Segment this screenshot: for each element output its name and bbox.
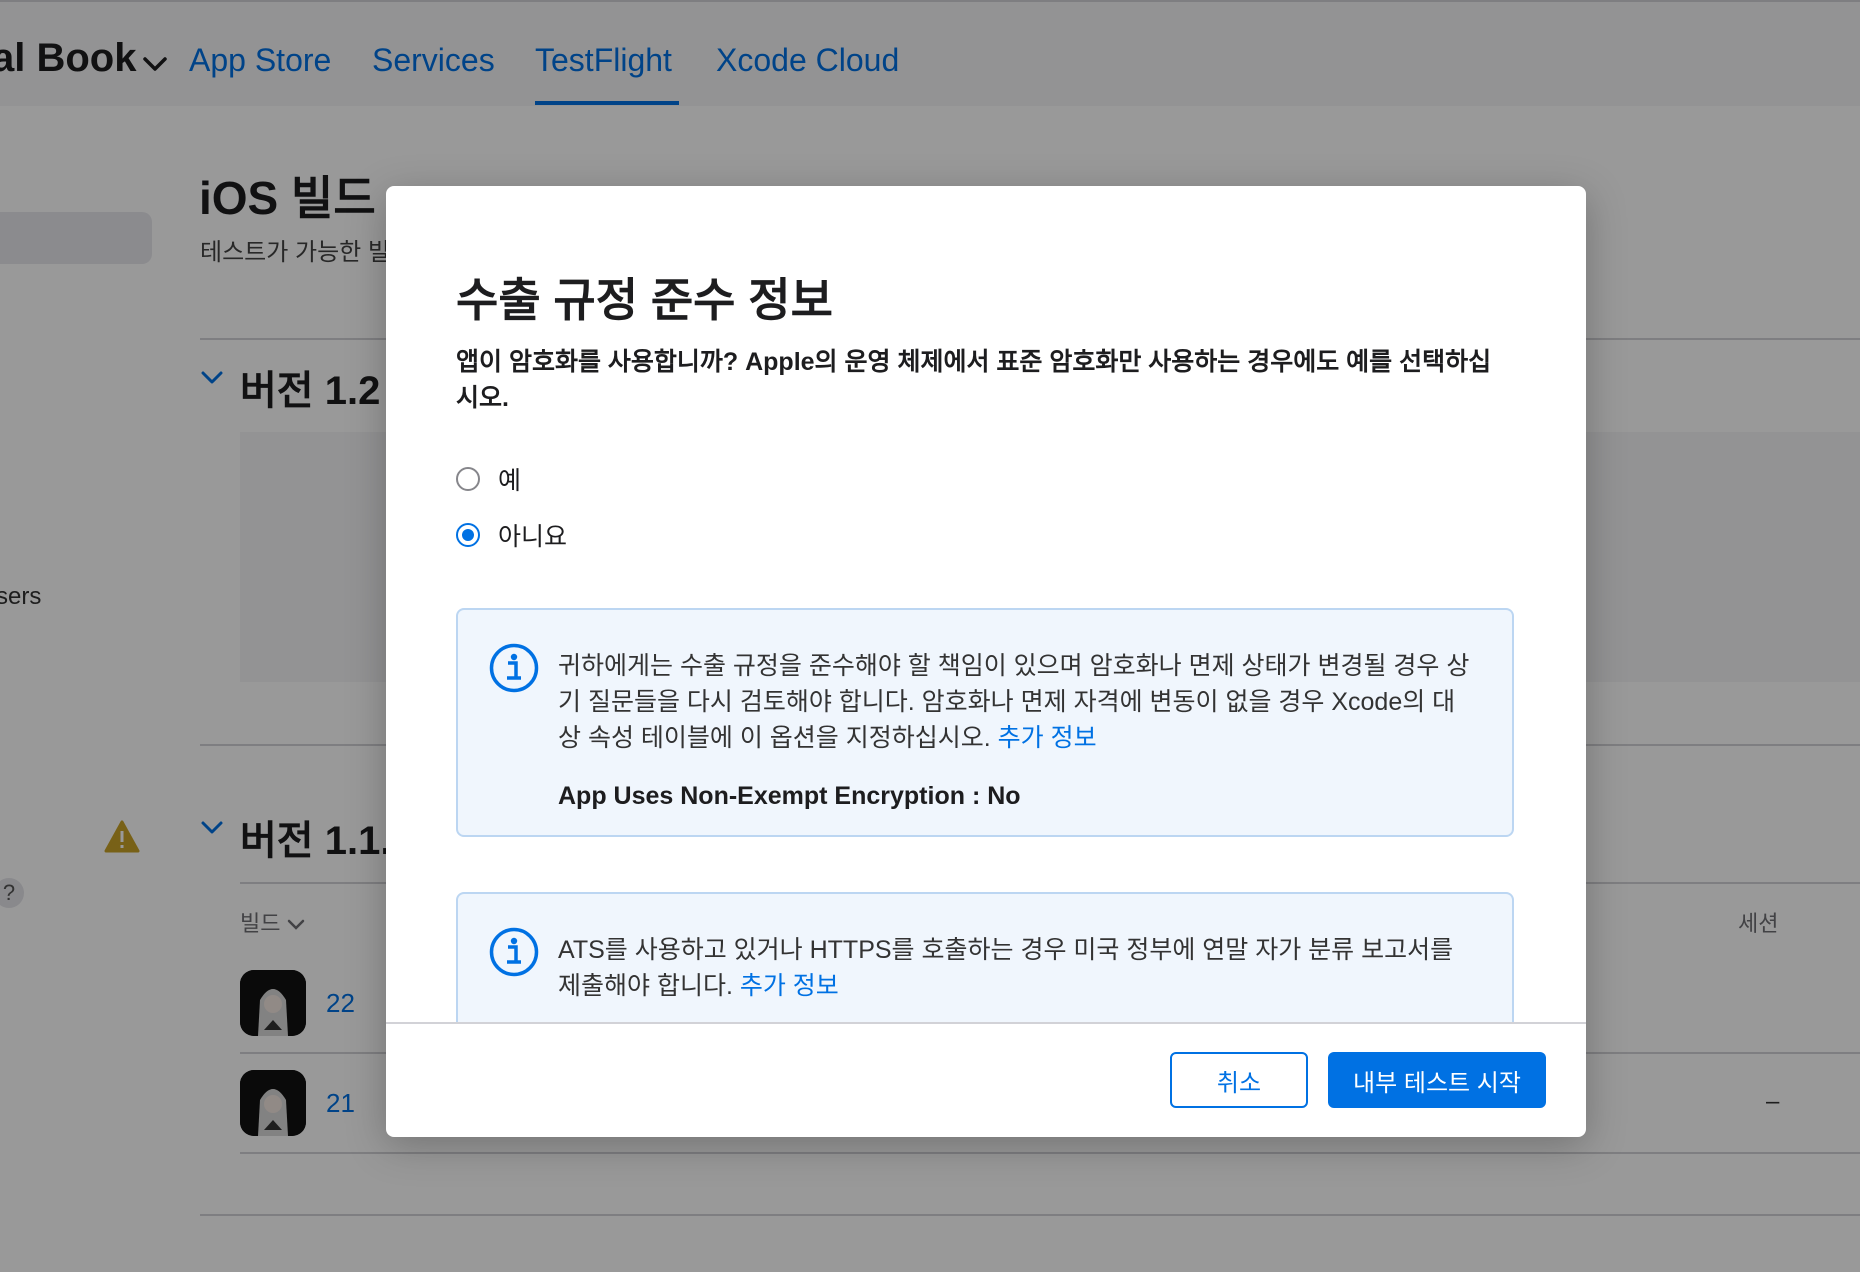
dialog-title: 수출 규정 준수 정보 — [456, 274, 833, 326]
cancel-button[interactable]: 취소 — [1170, 1052, 1308, 1108]
radio-option-yes[interactable]: 예 — [456, 464, 522, 495]
dialog-footer: 취소 내부 테스트 시작 — [386, 1022, 1586, 1137]
info-text: 귀하에게는 수출 규정을 준수해야 할 책임이 있으며 암호화나 면제 상태가 … — [558, 652, 1470, 752]
info-icon — [488, 926, 540, 983]
info-icon — [488, 642, 540, 699]
start-internal-testing-button[interactable]: 내부 테스트 시작 — [1328, 1052, 1546, 1108]
info-text: ATS를 사용하고 있거나 HTTPS를 호출하는 경우 미국 정부에 연말 자… — [558, 936, 1454, 1000]
more-info-link[interactable]: 추가 정보 — [998, 724, 1097, 752]
radio-button[interactable] — [456, 467, 480, 491]
more-info-link[interactable]: 추가 정보 — [740, 972, 839, 1000]
radio-button[interactable] — [456, 523, 480, 547]
export-compliance-dialog: 수출 규정 준수 정보 앱이 암호화를 사용합니까? Apple의 운영 체제에… — [386, 186, 1586, 1137]
radio-label: 아니요 — [498, 523, 568, 551]
info-box-compliance: 귀하에게는 수출 규정을 준수해야 할 책임이 있으며 암호화나 면제 상태가 … — [456, 608, 1514, 837]
radio-option-no[interactable]: 아니요 — [456, 520, 568, 551]
plist-key-text: App Uses Non-Exempt Encryption : No — [558, 782, 1021, 810]
dialog-question: 앱이 암호화를 사용합니까? Apple의 운영 체제에서 표준 암호화만 사용… — [456, 348, 1492, 412]
radio-label: 예 — [498, 467, 522, 495]
